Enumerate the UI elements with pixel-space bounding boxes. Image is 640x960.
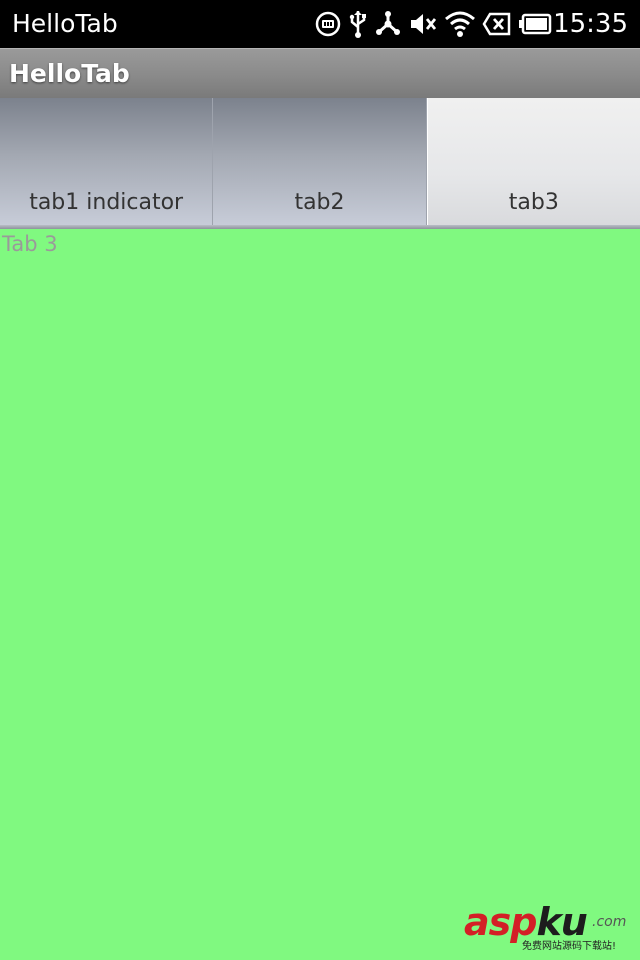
tab-tab2[interactable]: tab2 — [213, 98, 427, 225]
media-icon — [314, 10, 342, 38]
status-time: 15:35 — [553, 9, 628, 39]
status-icons — [314, 8, 552, 40]
watermark-brand-part1: asp — [464, 900, 537, 944]
watermark-brand-part2: ku — [536, 900, 587, 944]
watermark-logo: aspku .com 免费网站源码下载站! — [464, 902, 634, 954]
tab-content: Tab 3 aspku .com 免费网站源码下载站! — [0, 229, 640, 960]
watermark-tagline: 免费网站源码下载站! — [522, 941, 617, 952]
tab-widget: tab1 indicator tab2 tab3 — [0, 98, 640, 225]
share-icon — [374, 10, 402, 38]
tab-label: tab3 — [508, 190, 559, 215]
tab-label: tab1 indicator — [29, 190, 184, 215]
watermark-suffix: .com — [592, 914, 627, 930]
battery-icon — [518, 12, 552, 36]
no-sim-icon — [482, 11, 512, 37]
usb-icon — [348, 9, 368, 39]
app-title-bar: HelloTab — [0, 48, 640, 98]
notification-title: HelloTab — [12, 9, 118, 38]
tab-label: tab2 — [294, 190, 345, 215]
mute-icon — [408, 10, 438, 38]
app-title: HelloTab — [9, 59, 130, 88]
android-screen: HelloTab 15:35 HelloTab tab1 indicator t… — [0, 0, 640, 960]
tab-content-text: Tab 3 — [2, 232, 58, 256]
tab-tab3[interactable]: tab3 — [426, 98, 640, 225]
wifi-icon — [444, 10, 476, 38]
watermark-brand: aspku — [464, 900, 588, 944]
status-bar: HelloTab 15:35 — [0, 0, 640, 48]
tab-tab1[interactable]: tab1 indicator — [0, 98, 214, 225]
